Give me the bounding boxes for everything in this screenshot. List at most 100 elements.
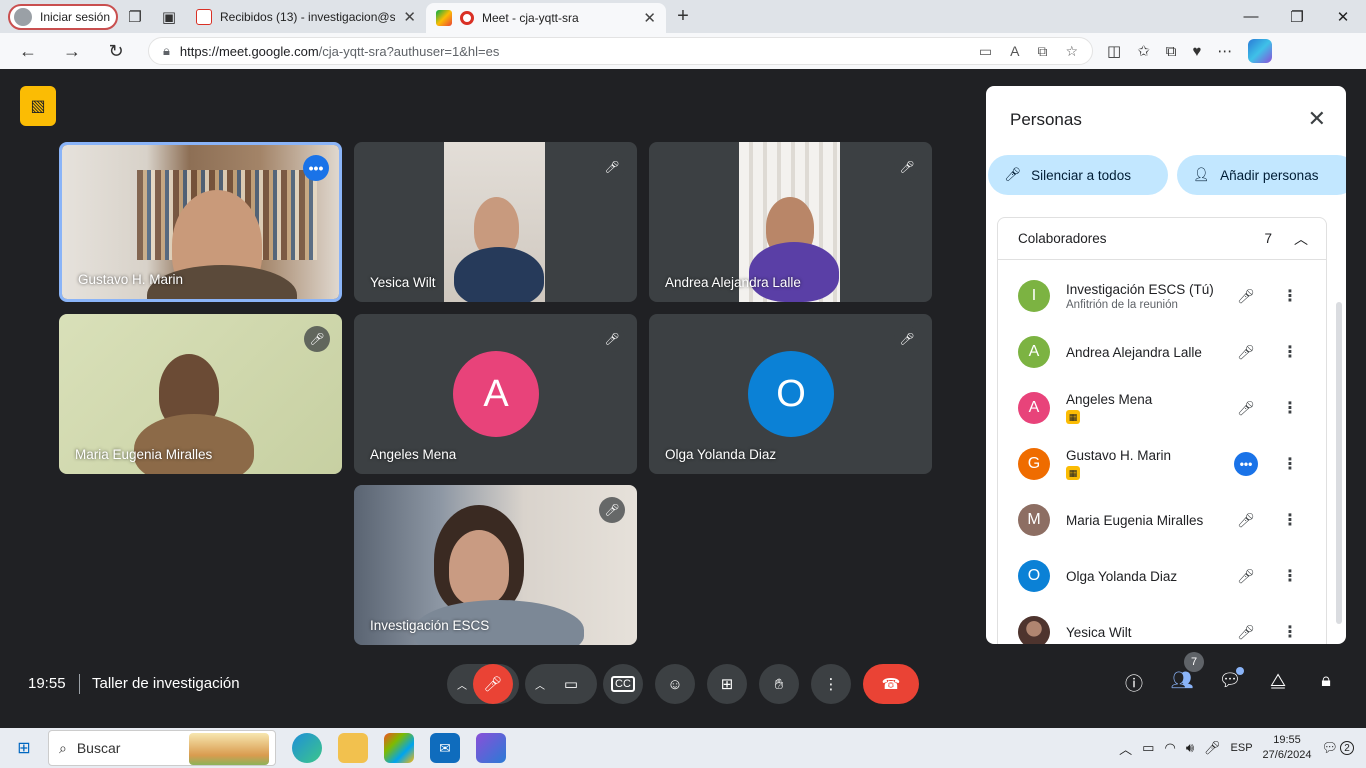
reactions-button[interactable]: ☺ (655, 664, 695, 704)
collections-add-icon[interactable]: ⧉ (1166, 43, 1177, 60)
more-menu-icon[interactable]: ⋯ (1217, 42, 1232, 60)
raise-hand-button[interactable]: ✋︎ (759, 664, 799, 704)
tab-meet[interactable]: Meet - cja-yqtt-sra ✕ (426, 3, 666, 33)
favorites-icon[interactable]: ✩ (1137, 42, 1150, 60)
new-tab-button[interactable]: + (666, 0, 700, 33)
clock[interactable]: 19:55 27/6/2024 (1263, 733, 1312, 763)
taskbar-search[interactable]: ⌕ Buscar (48, 730, 276, 766)
close-tab-icon[interactable]: ✕ (403, 8, 416, 26)
speaking-indicator-icon[interactable]: ••• (1234, 452, 1258, 476)
video-tile[interactable]: 🎤︎ Andrea Alejandra Lalle (649, 142, 932, 302)
group-header[interactable]: Colaboradores 7 ︿ (998, 218, 1326, 260)
chevron-up-icon[interactable]: ︿ (1294, 229, 1308, 249)
more-options-icon[interactable]: ••• (303, 155, 329, 181)
participant-row[interactable]: A Andrea Alejandra Lalle 🎤︎ ⋮ (1018, 332, 1318, 372)
collections-icon[interactable]: ❐ (118, 0, 152, 33)
camera-permission-icon[interactable]: ▭ (979, 43, 992, 60)
favorite-star-icon[interactable]: ☆ (1065, 43, 1078, 60)
participant-row[interactable]: M Maria Eugenia Miralles 🎤︎ ⋮ (1018, 500, 1318, 540)
participant-figure (449, 530, 509, 605)
participant-row[interactable]: Yesica Wilt 🎤︎ ⋮ (1018, 612, 1318, 644)
muted-mic-icon[interactable]: 🎤︎ (1234, 344, 1258, 361)
store-icon[interactable] (384, 733, 414, 763)
kebab-menu-icon[interactable]: ⋮ (1282, 342, 1298, 362)
forward-icon[interactable]: → (50, 41, 94, 62)
read-aloud-icon[interactable]: A (1010, 43, 1019, 60)
participant-row[interactable]: A Angeles Mena ▦ 🎤︎ ⋮ (1018, 388, 1318, 428)
kebab-menu-icon[interactable]: ⋮ (1282, 622, 1298, 642)
more-options-button[interactable]: ⋮ (811, 664, 851, 704)
people-icon[interactable]: 👥︎ (1167, 670, 1197, 691)
kebab-menu-icon[interactable]: ⋮ (1282, 510, 1298, 530)
activities-icon[interactable]: ⧋ (1263, 670, 1293, 691)
mute-all-button[interactable]: 🎤︎ Silenciar a todos (988, 155, 1168, 195)
kebab-menu-icon[interactable]: ⋮ (1282, 454, 1298, 474)
participant-row[interactable]: O Olga Yolanda Diaz 🎤︎ ⋮ (1018, 556, 1318, 596)
back-icon[interactable]: ← (6, 41, 50, 62)
participant-avatar: M (1018, 504, 1050, 536)
close-panel-icon[interactable]: ✕ (1308, 106, 1326, 132)
tab-title: Recibidos (13) - investigacion@s (220, 9, 396, 24)
muted-mic-icon[interactable]: 🎤︎ (1234, 512, 1258, 529)
battery-icon[interactable]: ▭ (1142, 740, 1154, 756)
address-bar-row: ← → ↻ 🔒︎ https://meet.google.com/cja-yqt… (0, 33, 1366, 69)
muted-mic-icon[interactable]: 🎤︎ (1234, 400, 1258, 417)
participant-avatar: I (1018, 280, 1050, 312)
group-count: 7 (1264, 231, 1272, 246)
profile-button[interactable]: Iniciar sesión (8, 3, 118, 30)
mic-toggle-button[interactable]: 🎤︎ (473, 664, 513, 704)
copilot-taskbar-icon[interactable] (476, 733, 506, 763)
copilot-icon[interactable] (1248, 39, 1273, 63)
restore-icon[interactable]: ❐ (1274, 8, 1320, 26)
participant-avatar: A (453, 351, 539, 437)
minimize-icon[interactable]: — (1228, 8, 1274, 26)
video-tile[interactable]: 🎤︎ Maria Eugenia Miralles (59, 314, 342, 474)
microphone-icon[interactable]: 🎤︎ (1204, 740, 1221, 756)
refresh-icon[interactable]: ↻ (94, 41, 138, 62)
close-window-icon[interactable]: ✕ (1320, 8, 1366, 26)
video-tile[interactable]: 🎤︎ Investigación ESCS (354, 485, 637, 645)
tab-gmail[interactable]: Recibidos (13) - investigacion@s ✕ (186, 0, 426, 33)
add-people-button[interactable]: 👤︎ Añadir personas (1177, 155, 1346, 195)
url-input[interactable]: 🔒︎ https://meet.google.com/cja-yqtt-sra?… (148, 37, 1093, 65)
meeting-info-icon[interactable]: ⓘ (1119, 670, 1149, 696)
meeting-title: Taller de investigación (92, 675, 240, 692)
video-tile[interactable]: 🎤︎ Yesica Wilt (354, 142, 637, 302)
participant-row[interactable]: I Investigación ESCS (Tú) Anfitrión de l… (1018, 276, 1318, 316)
participant-row[interactable]: G Gustavo H. Marin ▦ ••• ⋮ (1018, 444, 1318, 484)
language-indicator[interactable]: ESP (1231, 742, 1253, 754)
gmail-icon (196, 8, 212, 25)
participant-name: Investigación ESCS (370, 618, 490, 633)
camera-toggle-button[interactable]: ▭ (551, 664, 591, 704)
participant-name: Maria Eugenia Miralles (1066, 512, 1204, 528)
leave-call-button[interactable]: ☎︎ (863, 664, 919, 704)
file-explorer-icon[interactable] (338, 733, 368, 763)
tab-actions-icon[interactable]: ▣ (152, 0, 186, 33)
kebab-menu-icon[interactable]: ⋮ (1282, 286, 1298, 306)
close-tab-icon[interactable]: ✕ (643, 9, 656, 27)
video-tile[interactable]: ••• Gustavo H. Marin (59, 142, 342, 302)
notification-icon[interactable]: 💬︎ 2 (1321, 740, 1354, 756)
muted-mic-icon[interactable]: 🎤︎ (1234, 288, 1258, 305)
split-screen-icon[interactable]: ◫ (1107, 42, 1121, 60)
edge-icon[interactable] (292, 733, 322, 763)
show-hidden-icons-icon[interactable]: ︿ (1119, 739, 1132, 758)
video-tile[interactable]: O 🎤︎ Olga Yolanda Diaz (649, 314, 932, 474)
host-controls-icon[interactable]: 🔒︎ (1311, 670, 1341, 691)
mail-icon[interactable]: ✉ (430, 733, 460, 763)
extensions-icon[interactable]: ♥ (1192, 43, 1201, 60)
present-button[interactable]: ⊞ (707, 664, 747, 704)
app-available-icon[interactable]: ⧉ (1037, 43, 1047, 60)
windows-start-icon[interactable]: ⊞ (0, 738, 48, 758)
panel-scrollbar[interactable] (1336, 302, 1342, 624)
kebab-menu-icon[interactable]: ⋮ (1282, 398, 1298, 418)
muted-mic-icon[interactable]: 🎤︎ (1234, 624, 1258, 641)
chat-icon[interactable]: 💬︎ (1215, 670, 1245, 691)
video-tile[interactable]: A 🎤︎ Angeles Mena (354, 314, 637, 474)
wifi-icon[interactable]: ◠ (1164, 740, 1175, 756)
muted-mic-icon[interactable]: 🎤︎ (1234, 568, 1258, 585)
kebab-menu-icon[interactable]: ⋮ (1282, 566, 1298, 586)
recording-indicator-icon[interactable]: ▧ (20, 86, 56, 126)
captions-button[interactable]: CC (603, 664, 643, 704)
volume-icon[interactable]: 🔊︎ (1186, 740, 1194, 756)
